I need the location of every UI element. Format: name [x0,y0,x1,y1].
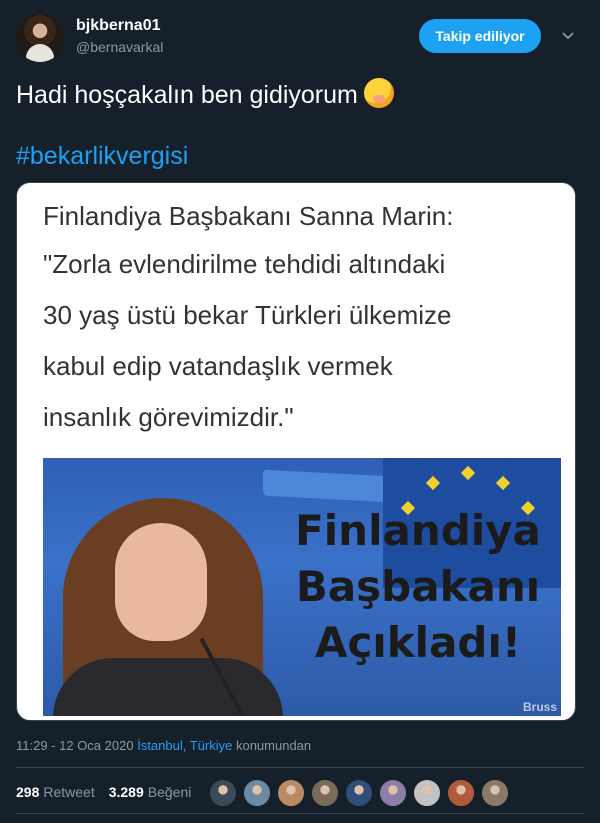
liker-avatar[interactable] [276,778,306,808]
divider [16,767,584,768]
location-suffix: konumundan [235,738,312,753]
headline-line: Başbakanı [295,562,541,611]
liker-avatar[interactable] [242,778,272,808]
liker-avatar[interactable] [446,778,476,808]
headline-line: Açıkladı! [314,618,522,667]
liker-avatar[interactable] [310,778,340,808]
like-count[interactable]: 3.289 [109,784,144,800]
photo-headline: Finlandiya Başbakanı Açıkladı! [273,503,561,671]
like-label[interactable]: Beğeni [148,784,192,800]
quote-line: 30 yaş üstü bekar Türkleri ülkemize [43,300,452,330]
quote-line: "Zorla evlendirilme tehdidi altındaki [43,249,446,279]
quote-line: kabul edip vatandaşlık vermek [43,351,393,381]
press-photo: Finlandiya Başbakanı Açıkladı! Bruss [43,458,561,716]
quote-title: Finlandiya Başbakanı Sanna Marin: [43,201,454,231]
hashtag-link[interactable]: #bekarlikvergisi [16,142,188,171]
headline-line: Finlandiya [295,506,541,555]
tweet-text: Hadi hoşçakalın ben gidiyorum [16,78,394,112]
timestamp[interactable]: 11:29 - 12 Oca 2020 [16,738,134,753]
liker-avatars [208,778,514,808]
liker-avatar[interactable] [480,778,510,808]
tweet-body: Hadi hoşçakalın ben gidiyorum [16,81,358,109]
person-body [53,658,283,716]
divider [16,813,584,814]
corner-text: Bruss [522,700,557,714]
tweet-image[interactable]: Finlandiya Başbakanı Sanna Marin: "Zorla… [16,182,576,721]
liker-avatar[interactable] [412,778,442,808]
location-link[interactable]: İstanbul, Türkiye [137,738,232,753]
following-button[interactable]: Takip ediliyor [419,19,541,53]
quote-body: "Zorla evlendirilme tehdidi altındaki 30… [43,239,563,443]
liker-avatar[interactable] [208,778,238,808]
quote-line: insanlık görevimizdir." [43,402,294,432]
retweet-count[interactable]: 298 [16,784,39,800]
retweet-label[interactable]: Retweet [43,784,94,800]
liker-avatar[interactable] [344,778,374,808]
face-with-hand-over-mouth-icon [363,78,394,108]
tweet-header: bjkberna01 @bernavarkal Takip ediliyor [16,14,584,64]
user-handle[interactable]: @bernavarkal [76,39,163,55]
chevron-down-icon[interactable] [558,26,578,46]
liker-avatar[interactable] [378,778,408,808]
avatar[interactable] [16,14,64,62]
person-face [115,523,207,641]
engagement-stats: 298 Retweet 3.289 Beğeni [16,781,191,803]
display-name[interactable]: bjkberna01 [76,17,160,35]
tweet-timestamp: 11:29 - 12 Oca 2020 İstanbul, Türkiye ko… [16,738,311,753]
